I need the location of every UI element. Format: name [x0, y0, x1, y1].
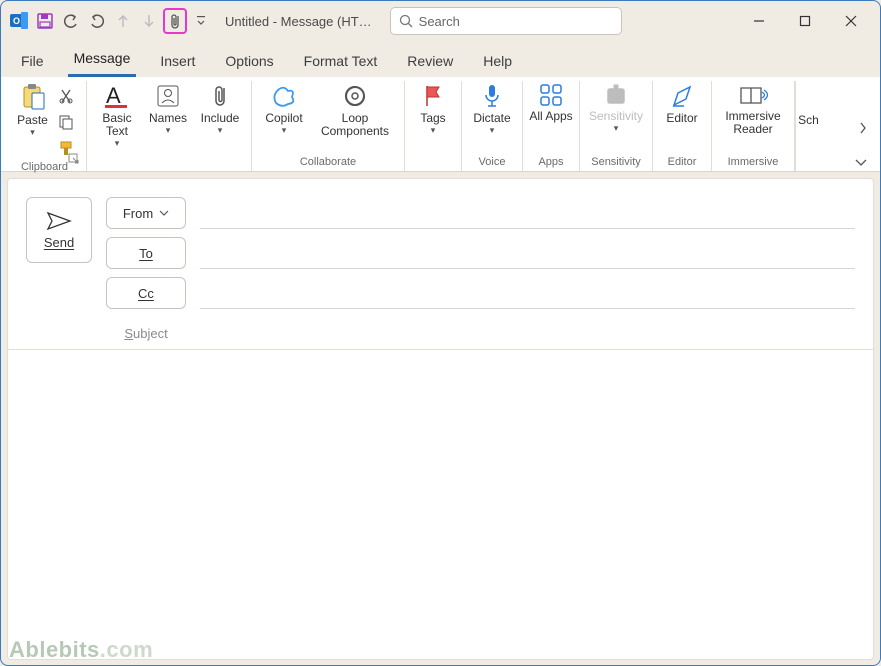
- search-container: Search: [390, 7, 736, 35]
- svg-text:O: O: [13, 16, 20, 26]
- tab-file[interactable]: File: [15, 47, 50, 77]
- attach-file-icon[interactable]: [163, 8, 187, 34]
- ribbon-overflow[interactable]: Sch: [795, 81, 821, 171]
- ribbon: Paste ▾ Clipboard A Basic Text ▾ Names ▾: [1, 77, 880, 172]
- chevron-down-icon: ▾: [490, 126, 495, 136]
- cc-button[interactable]: Cc: [106, 277, 186, 309]
- send-icon: [46, 211, 72, 231]
- subject-field[interactable]: [200, 317, 855, 349]
- chevron-down-icon: ▾: [614, 124, 619, 134]
- group-apps: All Apps Apps: [523, 81, 580, 171]
- svg-text:A: A: [106, 83, 121, 108]
- tab-review[interactable]: Review: [401, 47, 459, 77]
- sensitivity-icon: [604, 83, 628, 107]
- tags-button[interactable]: Tags ▾: [411, 81, 455, 136]
- chevron-down-icon: ▾: [115, 139, 120, 149]
- tab-insert[interactable]: Insert: [154, 47, 201, 77]
- from-button[interactable]: From: [106, 197, 186, 229]
- tab-format-text[interactable]: Format Text: [298, 47, 384, 77]
- group-basic: A Basic Text ▾ Names ▾ Include ▾: [87, 81, 252, 171]
- microphone-icon: [482, 83, 502, 109]
- ribbon-collapse-button[interactable]: [854, 157, 868, 167]
- to-button[interactable]: To: [106, 237, 186, 269]
- include-icon: [210, 83, 230, 109]
- cut-button[interactable]: [55, 85, 77, 107]
- names-button[interactable]: Names ▾: [143, 81, 193, 136]
- group-voice: Dictate ▾ Voice: [462, 81, 523, 171]
- sensitivity-button: Sensitivity ▾: [586, 81, 646, 134]
- search-input[interactable]: Search: [390, 7, 622, 35]
- minimize-button[interactable]: [736, 5, 782, 37]
- chevron-down-icon: ▾: [282, 126, 287, 136]
- apps-icon: [539, 83, 563, 107]
- window-title: Untitled - Message (HT…: [225, 14, 372, 29]
- loop-components-button[interactable]: Loop Components: [312, 81, 398, 138]
- cc-field[interactable]: [200, 277, 855, 309]
- ribbon-scroll-right[interactable]: [852, 117, 874, 139]
- flag-icon: [422, 83, 444, 109]
- group-editor: Editor Editor: [653, 81, 712, 171]
- basic-text-icon: A: [102, 83, 132, 109]
- compose-divider: [8, 349, 873, 350]
- dictate-button[interactable]: Dictate ▾: [468, 81, 516, 136]
- send-button[interactable]: Send: [26, 197, 92, 263]
- tab-message[interactable]: Message: [68, 44, 137, 77]
- window-controls: [736, 5, 874, 37]
- ribbon-tabs: File Message Insert Options Format Text …: [1, 41, 880, 77]
- to-field[interactable]: [200, 237, 855, 269]
- loop-icon: [342, 83, 368, 109]
- previous-item-icon[interactable]: [111, 8, 135, 34]
- paste-button[interactable]: Paste ▾: [13, 81, 53, 138]
- next-item-icon[interactable]: [137, 8, 161, 34]
- message-body[interactable]: [26, 359, 855, 649]
- chevron-down-icon: ▾: [166, 126, 171, 136]
- immersive-reader-button[interactable]: Immersive Reader: [718, 81, 788, 136]
- from-field[interactable]: [200, 197, 855, 229]
- customize-qat-icon[interactable]: [189, 8, 213, 34]
- chevron-down-icon: ▾: [431, 126, 436, 136]
- group-collaborate: Copilot ▾ Loop Components Collaborate: [252, 81, 405, 171]
- editor-button[interactable]: Editor: [659, 81, 705, 125]
- redo-icon[interactable]: [85, 8, 109, 34]
- copy-icon: [58, 114, 74, 130]
- compose-area: Send From To Cc Subject: [7, 178, 874, 660]
- clipboard-launcher[interactable]: [68, 153, 82, 167]
- close-button[interactable]: [828, 5, 874, 37]
- group-sensitivity: Sensitivity ▾ Sensitivity: [580, 81, 653, 171]
- basic-text-button[interactable]: A Basic Text ▾: [93, 81, 141, 149]
- immersive-reader-icon: [738, 83, 768, 107]
- chevron-down-icon: ▾: [218, 126, 223, 136]
- group-tags: Tags ▾: [405, 81, 462, 171]
- tab-options[interactable]: Options: [219, 47, 279, 77]
- outlook-icon[interactable]: O: [7, 8, 31, 34]
- paste-icon: [20, 83, 46, 111]
- group-immersive: Immersive Reader Immersive: [712, 81, 795, 171]
- quick-access-toolbar: O: [7, 8, 213, 34]
- search-placeholder: Search: [419, 14, 460, 29]
- include-button[interactable]: Include ▾: [195, 81, 245, 136]
- editor-icon: [670, 83, 694, 109]
- chevron-down-icon: ▾: [30, 128, 35, 138]
- title-bar: O Untitled - Message (HT… Search: [1, 1, 880, 41]
- watermark: Ablebits.com: [9, 637, 153, 663]
- copilot-icon: [270, 83, 298, 109]
- names-icon: [155, 83, 181, 109]
- copilot-button[interactable]: Copilot ▾: [258, 81, 310, 136]
- all-apps-button[interactable]: All Apps: [529, 81, 573, 123]
- cut-icon: [58, 88, 74, 104]
- copy-button[interactable]: [55, 111, 77, 133]
- undo-icon[interactable]: [59, 8, 83, 34]
- group-clipboard: Paste ▾ Clipboard: [3, 81, 87, 171]
- tab-help[interactable]: Help: [477, 47, 518, 77]
- maximize-button[interactable]: [782, 5, 828, 37]
- search-icon: [399, 14, 413, 28]
- chevron-down-icon: [159, 209, 169, 217]
- save-icon[interactable]: [33, 8, 57, 34]
- subject-label: Subject: [106, 326, 186, 341]
